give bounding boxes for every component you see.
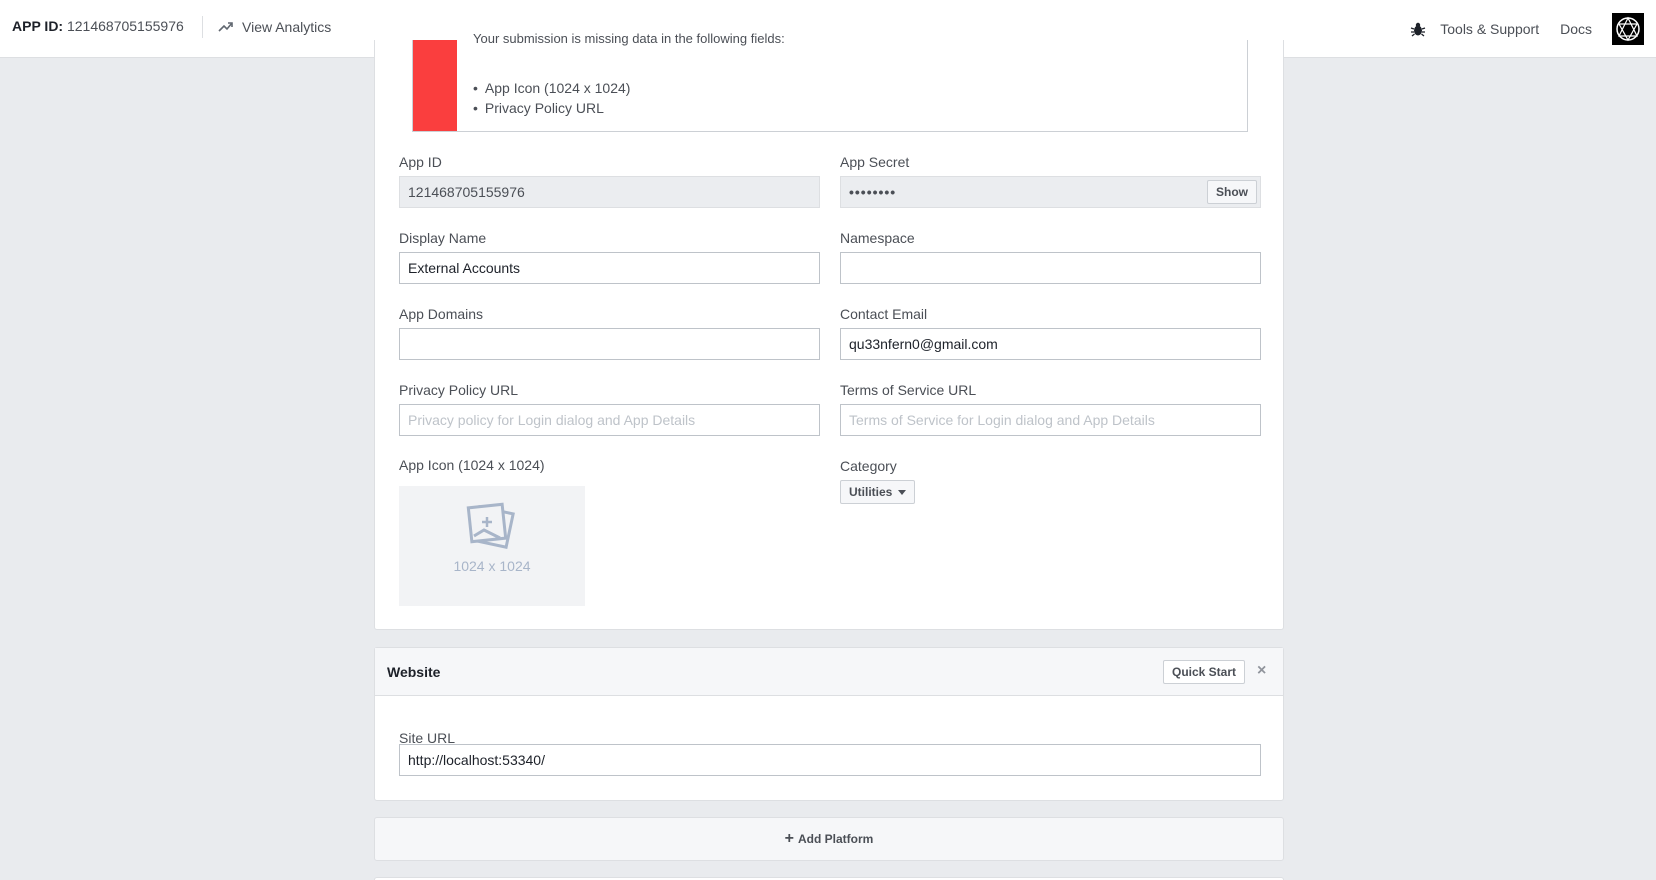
missing-field-item: Privacy Policy URL (473, 98, 630, 118)
app-id-label: APP ID: (12, 18, 64, 34)
add-platform-label-group: + Add Platform (785, 830, 874, 848)
avatar-logo-icon (1616, 16, 1640, 42)
alert-red-bar (413, 40, 457, 131)
plus-icon: + (784, 830, 794, 847)
add-platform-label: Add Platform (798, 832, 874, 846)
add-platform-button[interactable]: + Add Platform (374, 817, 1284, 861)
divider (202, 16, 203, 38)
show-secret-button[interactable]: Show (1207, 180, 1257, 204)
app-id-value: 121468705155976 (66, 18, 184, 34)
app-id-display: APP ID: 121468705155976 (12, 18, 184, 34)
app-icon-upload[interactable]: 1024 x 1024 (399, 486, 585, 606)
app-secret-field[interactable]: •••••••• Show (840, 176, 1261, 208)
website-platform-card: Website Quick Start × Site URL http://lo… (374, 647, 1284, 801)
website-card-header: Website Quick Start × (375, 648, 1283, 696)
website-card-title: Website (387, 664, 441, 680)
view-analytics-link[interactable]: View Analytics (218, 16, 331, 38)
terms-of-service-input[interactable]: Terms of Service for Login dialog and Ap… (840, 404, 1261, 436)
app-secret-masked: •••••••• (849, 184, 897, 200)
trending-up-icon (218, 22, 233, 32)
app-icon-field-label: App Icon (1024 x 1024) (399, 457, 545, 473)
caret-down-icon (898, 489, 907, 495)
privacy-policy-input[interactable]: Privacy policy for Login dialog and App … (399, 404, 820, 436)
missing-field-item: App Icon (1024 x 1024) (473, 78, 631, 98)
app-id-field[interactable]: 121468705155976 (399, 176, 820, 208)
category-select[interactable]: Utilities (840, 480, 916, 504)
tools-support-link[interactable]: Tools & Support (1440, 21, 1539, 37)
missing-fields-list: App Icon (1024 x 1024) Privacy Policy UR… (473, 78, 631, 118)
app-domains-field-label: App Domains (399, 306, 484, 322)
bug-icon[interactable] (1410, 21, 1426, 37)
app-domains-input[interactable] (399, 328, 820, 360)
alert-message: Your submission is missing data in the f… (473, 31, 785, 46)
terms-of-service-field-label: Terms of Service URL (840, 382, 977, 398)
basic-settings-card: Your submission is missing data in the f… (374, 31, 1284, 630)
quick-start-button[interactable]: Quick Start (1163, 660, 1246, 684)
app-secret-field-label: App Secret (840, 154, 910, 170)
icon-dimensions: 1024 x 1024 (453, 558, 531, 574)
close-icon[interactable]: × (1257, 662, 1266, 680)
display-name-input[interactable]: External Accounts (399, 252, 820, 284)
view-analytics-label: View Analytics (242, 19, 332, 35)
namespace-field-label: Namespace (840, 230, 915, 246)
avatar[interactable] (1612, 13, 1644, 45)
site-url-input[interactable]: http://localhost:53340/ (399, 744, 1261, 776)
category-selected-value: Utilities (849, 485, 893, 499)
privacy-policy-field-label: Privacy Policy URL (399, 382, 519, 398)
contact-email-input[interactable]: qu33nfern0@gmail.com (840, 328, 1261, 360)
missing-fields-alert: Your submission is missing data in the f… (412, 31, 1248, 132)
namespace-input[interactable] (840, 252, 1261, 284)
docs-link[interactable]: Docs (1560, 21, 1592, 37)
image-upload-icon (466, 502, 515, 549)
display-name-field-label: Display Name (399, 230, 487, 246)
contact-email-field-label: Contact Email (840, 306, 928, 322)
category-field-label: Category (840, 458, 897, 474)
app-id-field-label: App ID (399, 154, 442, 170)
